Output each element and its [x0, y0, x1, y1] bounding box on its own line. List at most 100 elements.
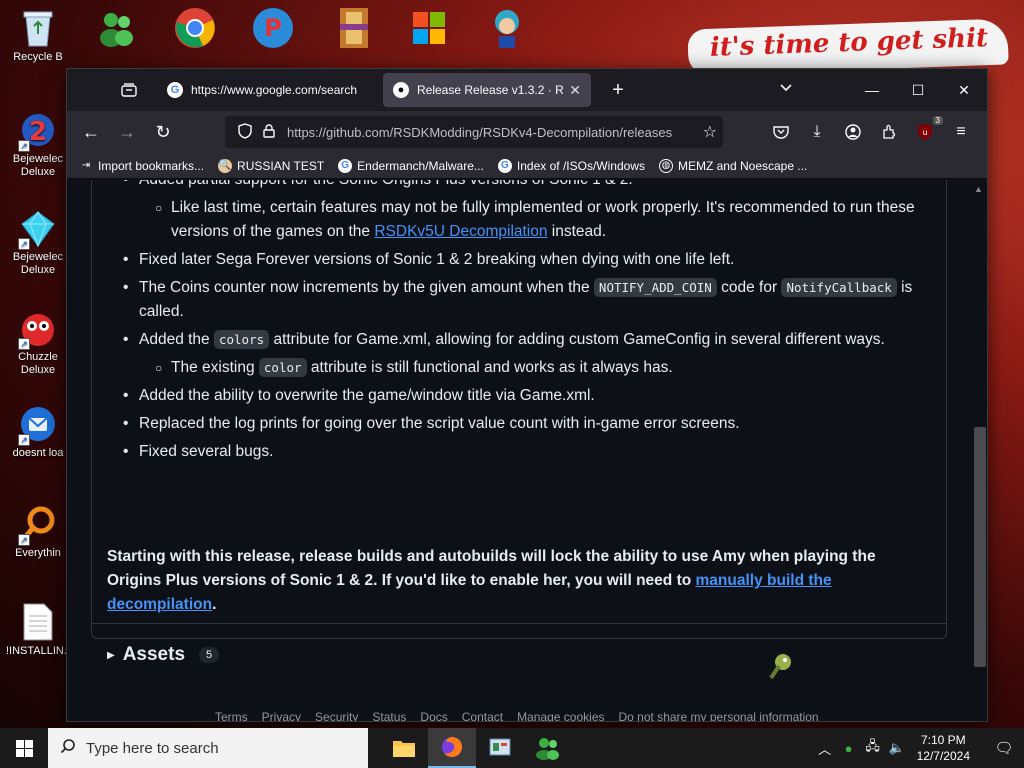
section-divider [91, 623, 947, 624]
footer-docs-link[interactable]: Docs [420, 710, 447, 721]
firefox-taskbar-icon[interactable] [428, 728, 476, 768]
bookmark-russian-test[interactable]: 🔍 RUSSIAN TEST [218, 158, 324, 173]
google-icon: G [338, 158, 353, 173]
p-app-icon[interactable]: P [248, 4, 298, 52]
bejeweled-label-2: Bejewelec Deluxe [12, 251, 64, 276]
assets-toggle[interactable]: ▶ Assets 5 [107, 644, 220, 666]
google-icon: G [167, 82, 183, 98]
everything-shortcut[interactable]: ↗ Everythin [6, 504, 70, 560]
toolbar-actions: ⤓ u 3 ≡ [763, 116, 979, 148]
account-icon[interactable] [835, 116, 871, 148]
control-panel-icon[interactable] [476, 728, 524, 768]
footer-security-link[interactable]: Security [315, 710, 358, 721]
reload-icon[interactable]: ↻ [145, 116, 181, 148]
pocket-icon[interactable] [763, 116, 799, 148]
bookmark-import[interactable]: ⇥ Import bookmarks... [79, 159, 204, 173]
list-item: Fixed several bugs. [115, 440, 935, 464]
globe-icon: ◍ [658, 158, 673, 173]
notification-icon[interactable]: 🗨 [984, 739, 1024, 757]
svg-text:u: u [922, 128, 927, 137]
chevron-up-icon[interactable]: ︿ [813, 739, 837, 758]
tab-github-release[interactable]: ● Release Release v1.3.2 · RSDKModding ✕ [383, 73, 591, 107]
footer-privacy-link[interactable]: Privacy [262, 710, 301, 721]
volume-icon[interactable]: 🔈 [885, 740, 909, 756]
windows-logo-icon[interactable] [404, 4, 454, 52]
footer-status-link[interactable]: Status [372, 710, 406, 721]
scroll-up-icon[interactable]: ▲ [974, 184, 983, 194]
url-text[interactable]: https://github.com/RSDKModding/RSDKv4-De… [287, 125, 687, 140]
close-window-icon[interactable]: ✕ [941, 69, 987, 111]
maximize-icon[interactable]: ☐ [895, 69, 941, 111]
new-tab-button[interactable]: + [601, 79, 635, 102]
url-bar[interactable]: https://github.com/RSDKModding/RSDKv4-De… [225, 116, 723, 148]
footer-contact-link[interactable]: Contact [462, 710, 503, 721]
triangle-right-icon: ▶ [107, 649, 115, 661]
list-item: Added partial support for the Sonic Orig… [115, 180, 935, 192]
recycle-bin-shortcut[interactable]: Recycle B [6, 8, 70, 64]
hamburger-menu-icon[interactable]: ≡ [943, 116, 979, 148]
tab-google-search[interactable]: G https://www.google.com/search [157, 73, 377, 107]
installing-file[interactable]: !INSTALLIN... [6, 602, 74, 658]
list-item: Fixed later Sega Forever versions of Son… [115, 248, 935, 272]
firefox-view-button[interactable] [107, 74, 151, 106]
doesnt-load-shortcut[interactable]: ↗ doesnt loa [6, 404, 70, 460]
browser-window: G https://www.google.com/search ● Releas… [66, 68, 988, 722]
bejeweled-deluxe-shortcut[interactable]: 2 ↗ Bejewelec Deluxe [6, 110, 70, 179]
footer-terms-link[interactable]: Terms [215, 710, 248, 721]
footer-do-not-share-link[interactable]: Do not share my personal information [619, 710, 819, 721]
rsdkv5u-decompilation-link[interactable]: RSDKv5U Decompilation [374, 223, 547, 240]
bookmark-memz-noescape[interactable]: ◍ MEMZ and Noescape ... [658, 158, 807, 173]
ublock-origin-icon[interactable]: u 3 [907, 116, 943, 148]
downloads-icon[interactable]: ⤓ [799, 116, 835, 148]
close-tab-icon[interactable]: ✕ [569, 82, 581, 99]
list-item: Added the ability to overwrite the game/… [115, 384, 935, 408]
network-icon[interactable]: 🖧 [861, 737, 885, 759]
google-icon: G [497, 158, 512, 173]
clock[interactable]: 7:10 PM 12/7/2024 [917, 732, 970, 764]
footer-manage-cookies-link[interactable]: Manage cookies [517, 710, 604, 721]
list-item: Like last time, certain features may not… [115, 196, 935, 244]
vertical-scrollbar[interactable]: ▲ [971, 180, 987, 721]
back-arrow-icon[interactable]: ← [73, 116, 109, 148]
desktop-banner: it's time to get shit [687, 18, 1009, 76]
bejeweled-deluxe-shortcut-2[interactable]: ↗ Bejewelec Deluxe [6, 208, 70, 277]
messenger-taskbar-icon[interactable] [524, 728, 572, 768]
taskbar-apps [380, 728, 572, 768]
chrome-icon[interactable] [170, 4, 220, 52]
chuzzle-deluxe-shortcut[interactable]: ↗ Chuzzle Deluxe [6, 308, 70, 377]
inline-code: NotifyCallback [781, 278, 897, 297]
minimize-icon[interactable]: — [849, 69, 895, 111]
game-character-icon[interactable] [482, 4, 532, 52]
start-button[interactable] [0, 728, 48, 768]
taskbar-search-box[interactable]: Type here to search [48, 728, 368, 768]
messenger-tray-icon[interactable]: ● [837, 741, 861, 756]
search-icon: 🔍 [218, 158, 233, 173]
diamond-icon: ↗ [18, 208, 58, 250]
clock-date: 12/7/2024 [916, 749, 970, 763]
bejeweled-icon: 2 ↗ [18, 110, 58, 152]
winrar-icon[interactable] [330, 4, 380, 52]
page-viewport: Added partial support for the Sonic Orig… [67, 180, 971, 721]
taskbar: Type here to search ︿ ● 🖧 🔈 7:10 PM 12/7… [0, 728, 1024, 768]
bookmark-index-isos[interactable]: G Index of /ISOs/Windows [497, 158, 645, 173]
svg-text:2: 2 [29, 117, 47, 147]
assets-count-badge: 5 [199, 647, 220, 663]
everything-search-icon: ↗ [18, 504, 58, 546]
installing-label: !INSTALLIN... [6, 645, 74, 657]
bookmark-endermanch-malware[interactable]: G Endermanch/Malware... [338, 158, 484, 173]
tab-title: Release Release v1.3.2 · RSDKModding [417, 83, 564, 97]
list-item: The Coins counter now increments by the … [115, 276, 935, 324]
list-item: Replaced the log prints for going over t… [115, 412, 935, 436]
forward-arrow-icon[interactable]: → [109, 116, 145, 148]
lock-icon[interactable] [257, 123, 281, 141]
bookmark-star-icon[interactable]: ☆ [703, 122, 717, 142]
release-notes-list: Added partial support for the Sonic Orig… [115, 180, 935, 468]
shield-icon[interactable] [233, 122, 257, 142]
release-notice: Starting with this release, release buil… [107, 548, 876, 613]
chuzzle-label: Chuzzle Deluxe [18, 351, 58, 376]
list-all-tabs-icon[interactable] [779, 81, 793, 96]
scrollbar-thumb[interactable] [974, 427, 986, 667]
file-explorer-icon[interactable] [380, 728, 428, 768]
messenger-icon[interactable] [92, 4, 142, 52]
extensions-icon[interactable] [871, 116, 907, 148]
